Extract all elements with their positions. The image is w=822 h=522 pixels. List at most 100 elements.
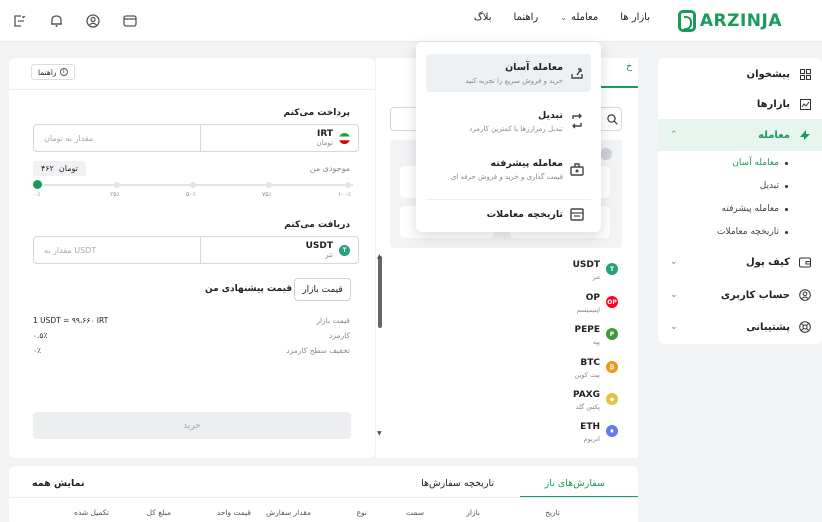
- iran-flag-icon: [339, 132, 350, 144]
- sub-item-easy-trade[interactable]: معامله آسان: [732, 158, 788, 168]
- currency-code: IRT: [316, 129, 333, 139]
- nav-blog[interactable]: بلاگ: [474, 12, 492, 23]
- sidebar-item-support[interactable]: ⌄ پشتیبانی: [658, 311, 822, 343]
- nav-help[interactable]: راهنما: [514, 12, 539, 23]
- tab-open-orders[interactable]: سفارش‌های باز: [545, 478, 605, 489]
- slider-tick-label: ۰٪: [34, 191, 41, 198]
- receive-amount-field[interactable]: مقدار به USDT USDT تتر T: [33, 236, 359, 264]
- sidebar-item-wallet[interactable]: ⌄ کیف پول: [658, 246, 822, 278]
- receive-label: دریافت می‌کنم: [284, 220, 350, 230]
- history-icon: [570, 208, 584, 221]
- menu-item-convert[interactable]: تبدیل تبدیل رمزارزها با کمترین کارمزد: [426, 102, 591, 140]
- nav-label: راهنما: [513, 12, 539, 23]
- bell-icon[interactable]: [48, 13, 64, 29]
- markets-icon: [798, 97, 812, 111]
- pay-amount-field[interactable]: مقدار به تومان IRT تومان: [33, 124, 359, 152]
- coin-name: اتریوم: [583, 435, 600, 443]
- logout-icon[interactable]: [11, 13, 27, 29]
- balance-unit: تومان: [58, 164, 78, 173]
- sidebar-item-account[interactable]: ⌄ حساب کاربری: [658, 279, 822, 311]
- slider-tick-label: ۱۰۰٪: [338, 191, 351, 198]
- sub-item-advanced-trade[interactable]: معامله پیشرفته: [722, 204, 788, 214]
- nav-label: معامله: [570, 12, 599, 23]
- coin-row[interactable]: ETH اتریوم ♦: [378, 420, 628, 450]
- bullet-icon: [785, 207, 788, 211]
- support-icon: [798, 320, 812, 334]
- help-label: راهنما: [38, 67, 57, 77]
- sidebar-item-label: معامله: [758, 129, 790, 141]
- fee-value: ۰.۵٪: [33, 331, 48, 340]
- info-icon: i: [59, 68, 68, 76]
- help-button[interactable]: راهنما i: [31, 64, 75, 80]
- market-price-button[interactable]: قیمت بازار: [294, 278, 351, 301]
- bullet-icon: [785, 161, 788, 165]
- pay-amount-input[interactable]: مقدار به تومان: [34, 125, 200, 151]
- advanced-trade-icon: [570, 163, 584, 176]
- coin-name: پپه: [592, 338, 600, 346]
- info-label: قیمت بازار: [316, 316, 350, 325]
- nav-label: بلاگ: [473, 12, 492, 23]
- menu-item-title: معامله پیشرفته: [490, 158, 563, 169]
- balance-label: موجودی من: [309, 164, 350, 173]
- pepe-icon: P: [606, 328, 618, 340]
- eth-icon: ♦: [606, 425, 618, 437]
- coin-name: پکس گلد: [575, 403, 600, 411]
- chevron-down-icon: ⌄: [560, 13, 567, 22]
- op-icon: OP: [606, 296, 618, 308]
- coin-row[interactable]: PAXG پکس گلد ◆: [378, 388, 628, 418]
- wallet-icon[interactable]: [122, 13, 138, 29]
- coin-row[interactable]: USDT تتر T: [378, 258, 628, 288]
- sidebar-item-trade[interactable]: ⌃ معامله: [658, 119, 822, 151]
- brand-logo[interactable]: ARZINJA: [677, 8, 782, 34]
- pay-currency-select[interactable]: IRT تومان: [200, 125, 358, 151]
- receive-amount-input[interactable]: مقدار به USDT: [34, 237, 200, 263]
- slider-stop[interactable]: [114, 182, 120, 188]
- chevron-down-icon: ⌄: [670, 290, 678, 300]
- currency-name: تتر: [325, 251, 333, 259]
- slider-stop[interactable]: [345, 182, 351, 188]
- sidebar-item-dashboard[interactable]: پیشخوان: [658, 58, 822, 90]
- market-price-value: 1 USDT = ۹۹،۶۶۰ IRT: [33, 316, 109, 325]
- user-icon[interactable]: [85, 13, 101, 29]
- show-all-link[interactable]: نمایش همه: [32, 478, 85, 489]
- divider: [9, 497, 638, 498]
- menu-item-easy-trade[interactable]: معامله آسان خرید و فروش سریع را تجربه کن…: [426, 54, 591, 92]
- column-header: سمت: [406, 508, 424, 517]
- orders-panel: سفارش‌های باز تاریخچه سفارش‌ها نمایش همه…: [9, 466, 638, 522]
- tab-order-history[interactable]: تاریخچه سفارش‌ها: [421, 478, 494, 489]
- coin-row[interactable]: BTC بیت کوین ₿: [378, 356, 628, 386]
- amount-slider-handle[interactable]: [33, 180, 42, 189]
- trade-dropdown-menu: معامله آسان خرید و فروش سریع را تجربه کن…: [416, 42, 601, 232]
- nav-trade[interactable]: معامله ⌄: [560, 12, 598, 23]
- coin-row[interactable]: PEPE پپه P: [378, 323, 628, 353]
- chevron-up-icon: ⌃: [670, 130, 678, 140]
- menu-item-desc: تبدیل رمزارزها با کمترین کارمزد: [469, 125, 563, 133]
- balance-value: ۴۶۲: [41, 164, 54, 173]
- currency-name: تومان: [316, 139, 333, 147]
- sub-item-trade-history[interactable]: تاریخچه معاملات: [717, 227, 788, 237]
- btc-icon: ₿: [606, 361, 618, 373]
- chevron-down-icon: ⌄: [670, 322, 678, 332]
- trade-icon: [798, 128, 812, 142]
- coin-symbol: BTC: [580, 358, 600, 368]
- info-label: کارمزد: [329, 331, 350, 340]
- slider-stop[interactable]: [266, 182, 272, 188]
- slider-stop[interactable]: [190, 182, 196, 188]
- convert-icon: [572, 113, 582, 129]
- receive-currency-select[interactable]: USDT تتر T: [200, 237, 358, 263]
- sidebar-item-markets[interactable]: بازارها: [658, 88, 822, 120]
- slider-tick-label: ۲۵٪: [110, 191, 120, 198]
- sub-item-convert[interactable]: تبدیل: [760, 181, 788, 191]
- menu-item-desc: قیمت گذاری و خرید و فروش حرفه ای: [450, 173, 563, 181]
- menu-item-advanced-trade[interactable]: معامله پیشرفته قیمت گذاری و خرید و فروش …: [426, 150, 591, 188]
- coin-row[interactable]: OP اپتیمیسم OP: [378, 291, 628, 321]
- nav-markets[interactable]: بازار ها: [620, 12, 650, 23]
- buy-button[interactable]: خرید: [33, 412, 351, 439]
- menu-item-trade-history[interactable]: تاریخچه معاملات: [426, 199, 591, 229]
- proposed-price-option[interactable]: قیمت پیشنهادی من: [205, 284, 292, 294]
- wallet-icon: [798, 255, 812, 269]
- market-tab[interactable]: خ: [626, 62, 632, 72]
- easy-trade-icon: [571, 68, 583, 79]
- currency-code: USDT: [305, 241, 333, 251]
- menu-item-title: تاریخچه معاملات: [486, 209, 563, 220]
